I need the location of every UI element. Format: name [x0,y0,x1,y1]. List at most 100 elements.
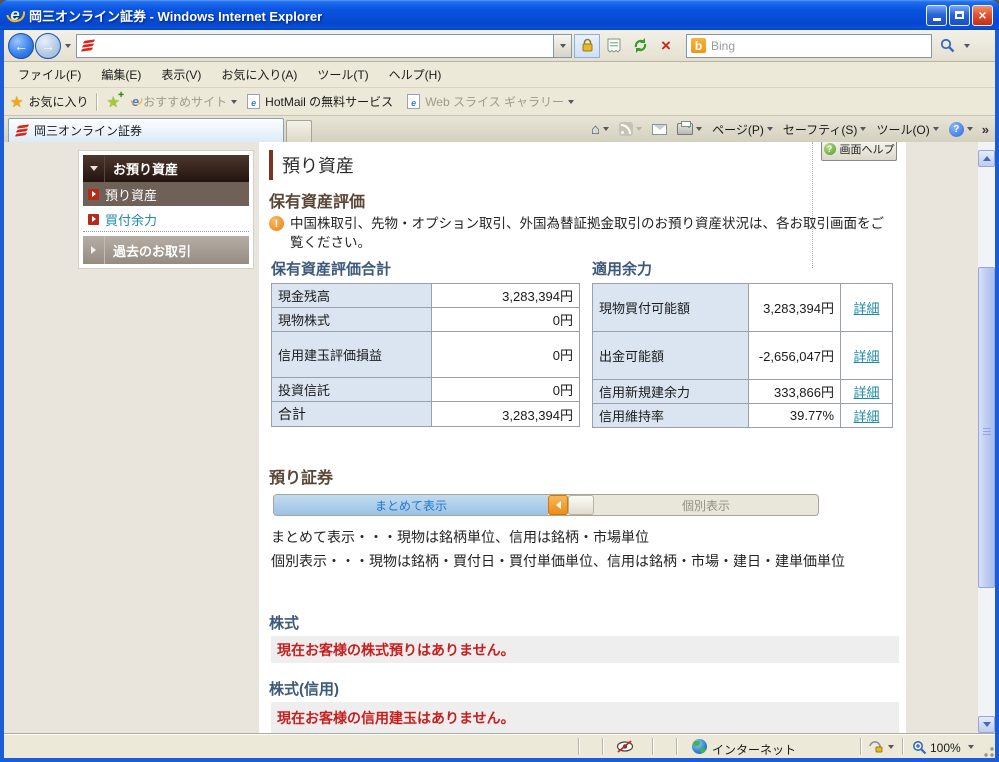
divider [860,738,862,755]
row-value: -2,656,047円 [749,332,841,380]
sidebar-header-assets[interactable]: お預り資産 [83,155,249,182]
read-mail-button[interactable] [647,118,672,140]
chevron-down-icon[interactable] [968,745,974,749]
toolbar-overflow-button[interactable]: » [978,122,993,137]
favorites-item-suggested-sites[interactable]: e おすすめサイト [130,93,237,110]
address-bar[interactable] [76,34,554,58]
rss-button[interactable] [614,118,647,140]
favorites-item-webslice[interactable]: e Web スライス ギャラリー [405,93,574,110]
search-options-dropdown[interactable] [960,34,974,58]
scrollbar-thumb[interactable] [978,267,995,588]
chevron-down-icon[interactable] [888,745,894,749]
page-menu-button[interactable]: ページ(P) [707,118,778,140]
maximize-icon [955,11,964,19]
magnifier-icon [940,38,955,53]
vertical-scrollbar[interactable] [978,142,995,734]
home-icon: ⌂ [591,121,600,138]
forward-button[interactable]: → [35,33,61,59]
arrow-left-icon [556,501,561,509]
add-favorite-icon[interactable]: ★ [106,93,119,111]
rss-icon [619,122,633,136]
chevron-down-icon [231,100,237,104]
toggle-option-grouped[interactable]: まとめて表示 [274,495,548,515]
chevron-down-icon [964,44,970,48]
browser-window: e 岡三オンライン証券 - Windows Internet Explorer … [0,0,999,762]
maximize-button[interactable] [949,5,970,26]
address-dropdown-button[interactable] [554,34,572,58]
print-button[interactable] [672,118,707,140]
tab-okasan[interactable]: 岡三オンライン証券 [8,118,284,142]
chevron-down-icon [603,127,609,131]
help-menu-button[interactable]: ? [944,118,978,140]
recent-pages-dropdown-icon[interactable] [65,44,71,48]
minimize-icon [933,18,941,21]
detail-link[interactable]: 詳細 [853,349,879,364]
zoom-level-label[interactable]: 100% [930,741,961,755]
row-value: 3,283,394円 [749,284,841,332]
safety-menu-button[interactable]: セーフティ(S) [778,118,872,140]
page-content: お預り資産 預り資産 買付余力 過去のお取引 [4,142,978,734]
scroll-up-button[interactable] [978,150,995,167]
table-row: 投資信託 0円 [272,378,580,402]
stock-margin-empty-message: 現在お客様の信用建玉はありません。 [271,702,899,734]
sidebar-item-buying-power[interactable]: 買付余力 [83,207,249,232]
window-title: 岡三オンライン証券 - Windows Internet Explorer [29,6,924,25]
address-input[interactable] [99,39,549,53]
favorites-bar: ★ お気に入り ★ e おすすめサイト e HotMail の無料サービス e … [4,88,995,116]
minimize-button[interactable] [926,5,947,26]
detail-link[interactable]: 詳細 [853,301,879,316]
screen-help-button[interactable]: ? 画面ヘルプ [821,142,897,161]
arrow-up-icon [983,156,991,161]
row-value: 3,283,394円 [432,284,580,308]
display-mode-toggle[interactable]: まとめて表示 個別表示 [273,494,819,516]
sidebar-header-past-transactions[interactable]: 過去のお取引 [83,236,249,264]
compatibility-view-icon [607,38,621,54]
menu-help[interactable]: ヘルプ(H) [379,62,452,87]
zone-settings-icon[interactable] [868,740,883,753]
refresh-button[interactable] [628,34,652,58]
chevron-down-icon [636,127,642,131]
zoom-icon[interactable] [912,740,927,755]
detail-link[interactable]: 詳細 [853,385,879,400]
security-lock-button[interactable] [574,34,600,58]
menu-tools[interactable]: ツール(T) [307,62,378,87]
sidebar-item-deposit-assets[interactable]: 預り資産 [83,182,249,207]
table-row: 現物株式 0円 [272,308,580,332]
new-tab-button[interactable] [286,120,312,142]
compatibility-view-button[interactable] [602,34,626,58]
back-button[interactable]: ← [8,33,34,59]
help-icon: ? [949,122,964,137]
menu-edit[interactable]: 編集(E) [91,62,151,87]
triangle-right-icon [83,236,105,264]
sidebar: お預り資産 預り資産 買付余力 過去のお取引 [78,150,254,269]
resize-grip[interactable] [981,744,994,757]
favorites-button[interactable]: お気に入り [28,93,88,110]
row-label: 出金可能額 [593,332,749,380]
close-button[interactable]: × [972,5,993,26]
search-button[interactable] [934,34,960,58]
main-content: ? 画面ヘルプ 預り資産 保有資産評価 ! 中国株取引、先物・オプション取引、外… [259,142,906,734]
printer-icon [677,123,693,135]
table-row: 信用建玉評価損益 0円 [272,332,580,378]
toggle-knob[interactable] [568,495,594,515]
menu-view[interactable]: 表示(V) [151,62,211,87]
menu-favorites[interactable]: お気に入り(A) [211,62,307,87]
menu-file[interactable]: ファイル(F) [8,62,91,87]
detail-link[interactable]: 詳細 [853,409,879,424]
row-label: 信用新規建余力 [593,380,749,404]
search-input[interactable] [711,39,927,53]
row-detail-cell: 詳細 [841,380,893,404]
toggle-option-individual[interactable]: 個別表示 [594,495,818,515]
favorites-item-hotmail[interactable]: e HotMail の無料サービス [245,93,397,110]
row-value: 333,866円 [749,380,841,404]
home-button[interactable]: ⌂ [586,118,614,140]
toggle-arrow-button[interactable] [548,495,568,515]
row-label: 信用維持率 [593,404,749,428]
table-row: 信用維持率 39.77% 詳細 [593,404,893,428]
margin-table-title: 適用余力 [592,258,893,279]
tools-menu-button[interactable]: ツール(O) [871,118,943,140]
search-box[interactable]: b [686,34,932,58]
total-valuation-block: 保有資産評価合計 現金残高 3,283,394円 現物株式 0円 信用建玉評価損… [271,258,580,427]
stop-button[interactable]: × [654,34,678,58]
scroll-down-button[interactable] [978,716,995,733]
